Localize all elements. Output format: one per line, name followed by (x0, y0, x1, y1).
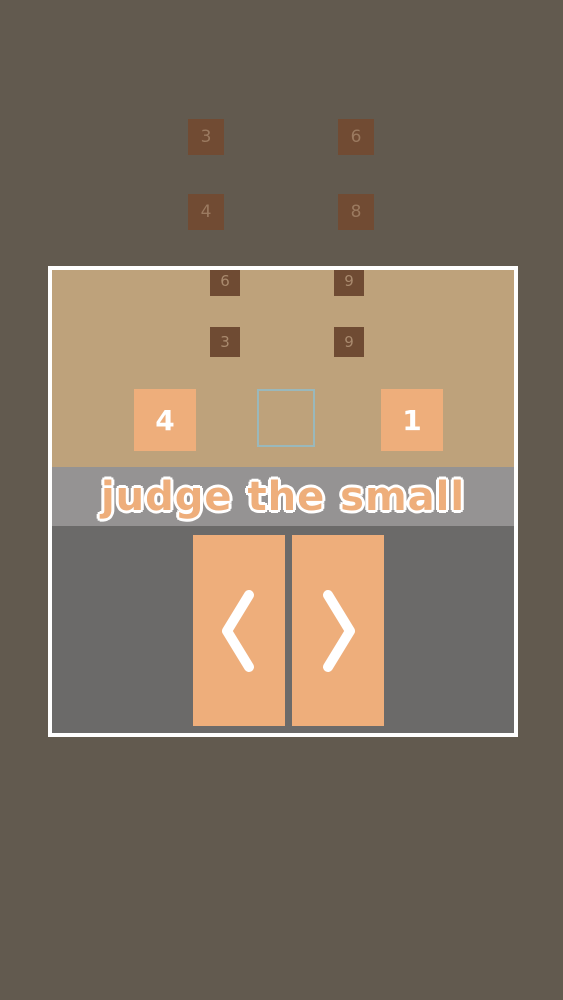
background-tile: 4 (188, 194, 224, 230)
instruction-text: judge the small (100, 473, 466, 520)
instruction-banner: judge the small (52, 467, 514, 526)
left-arrow-button[interactable] (193, 535, 285, 726)
falling-tile: 3 (210, 327, 240, 357)
left-number-tile: 4 (134, 389, 196, 451)
background-tile: 3 (188, 119, 224, 155)
right-arrow-button[interactable] (292, 535, 384, 726)
controls-area (52, 526, 514, 733)
falling-tile: 6 (210, 270, 240, 296)
right-number-tile: 1 (381, 389, 443, 451)
game-panel: 6 9 3 9 4 1 judge the small (48, 266, 518, 737)
answer-slot (257, 389, 315, 447)
chevron-left-icon (222, 589, 254, 672)
background-tile: 8 (338, 194, 374, 230)
play-area: 6 9 3 9 4 1 (52, 270, 514, 467)
falling-tile: 9 (334, 270, 364, 296)
falling-tile: 9 (334, 327, 364, 357)
chevron-right-icon (323, 589, 355, 672)
background-tile: 6 (338, 119, 374, 155)
